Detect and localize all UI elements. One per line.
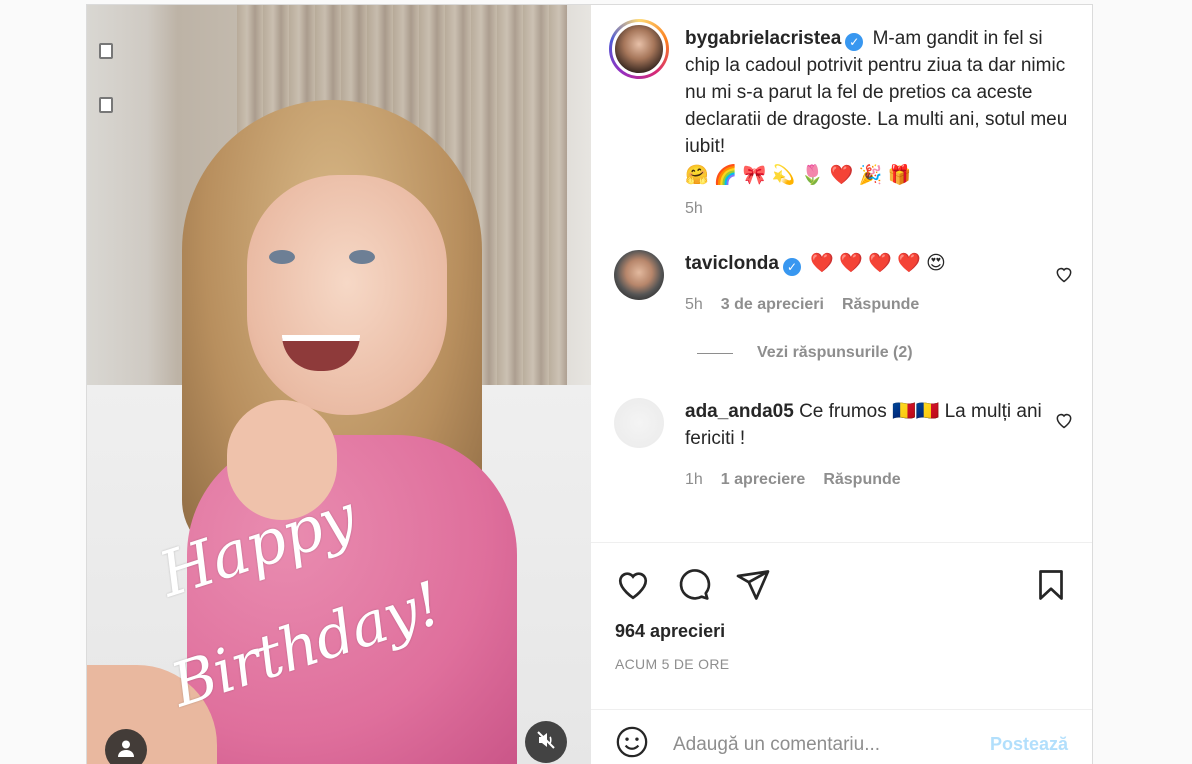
add-comment-bar: Postează: [591, 709, 1092, 764]
comment: ada_anda05 Ce frumos 🇷🇴🇷🇴 La mulți ani f…: [609, 398, 1074, 493]
divider-line: [697, 352, 733, 354]
reply-button[interactable]: Răspunde: [823, 466, 900, 493]
avatar[interactable]: [614, 250, 664, 300]
verified-badge-icon: ✓: [845, 33, 864, 51]
comment-bubble-icon[interactable]: [675, 567, 711, 603]
page: Happy Birthday! bygabrielacristea ✓ M-am…: [0, 0, 1192, 764]
post-timestamp[interactable]: ACUM 5 DE ORE: [591, 656, 1092, 672]
action-bar: [591, 543, 1092, 621]
child-face: [247, 175, 447, 415]
avatar[interactable]: [609, 19, 669, 79]
tagged-users-button[interactable]: [105, 729, 147, 764]
comment-time[interactable]: 1h: [685, 466, 703, 493]
light-switch: [99, 43, 113, 59]
caption-emojis: 🤗 🌈 🎀 💫 🌷 ❤️ 🎉 🎁: [685, 165, 912, 186]
mute-button[interactable]: [525, 721, 567, 763]
comments-scroll-area[interactable]: bygabrielacristea ✓ M-am gandit in fel si…: [591, 5, 1092, 542]
post-card: Happy Birthday! bygabrielacristea ✓ M-am…: [86, 4, 1093, 764]
paper-plane-icon[interactable]: [735, 567, 771, 603]
bookmark-icon[interactable]: [1033, 567, 1069, 603]
caption-username[interactable]: bygabrielacristea: [685, 28, 841, 49]
view-replies-button[interactable]: Vezi răspunsurile (2): [697, 344, 1074, 362]
child-eye: [349, 250, 375, 264]
comment-like-heart-icon[interactable]: [1054, 264, 1074, 284]
avatar[interactable]: [614, 398, 664, 448]
comment-like-heart-icon[interactable]: [1054, 410, 1074, 430]
view-replies-label: Vezi răspunsurile (2): [757, 344, 913, 361]
muted-speaker-icon: [536, 730, 556, 755]
comment-likes[interactable]: 1 apreciere: [721, 466, 806, 493]
comment-likes[interactable]: 3 de aprecieri: [721, 291, 824, 318]
light-switch: [99, 97, 113, 113]
comment-username[interactable]: taviclonda: [685, 253, 779, 274]
comment: taviclonda ✓ ❤️ ❤️ ❤️ ❤️ 😍 5h 3 de apreci…: [609, 250, 1074, 318]
user-tag-icon: [116, 738, 136, 763]
comment-text: ❤️ ❤️ ❤️ ❤️ 😍: [810, 253, 946, 274]
caption-time[interactable]: 5h: [685, 195, 703, 222]
comment-time[interactable]: 5h: [685, 291, 703, 318]
post-details: bygabrielacristea ✓ M-am gandit in fel si…: [591, 5, 1092, 764]
verified-badge-icon: ✓: [782, 258, 801, 276]
comment-input[interactable]: [673, 733, 990, 756]
comment-username[interactable]: ada_anda05: [685, 401, 794, 422]
post-comment-button[interactable]: Postează: [990, 734, 1068, 755]
caption: bygabrielacristea ✓ M-am gandit in fel si…: [609, 19, 1074, 222]
like-count[interactable]: 964 aprecieri: [591, 621, 1092, 642]
reply-button[interactable]: Răspunde: [842, 291, 919, 318]
child-eye: [269, 250, 295, 264]
post-video[interactable]: Happy Birthday!: [87, 5, 591, 764]
smiley-icon[interactable]: [615, 725, 649, 764]
heart-icon[interactable]: [615, 567, 651, 603]
